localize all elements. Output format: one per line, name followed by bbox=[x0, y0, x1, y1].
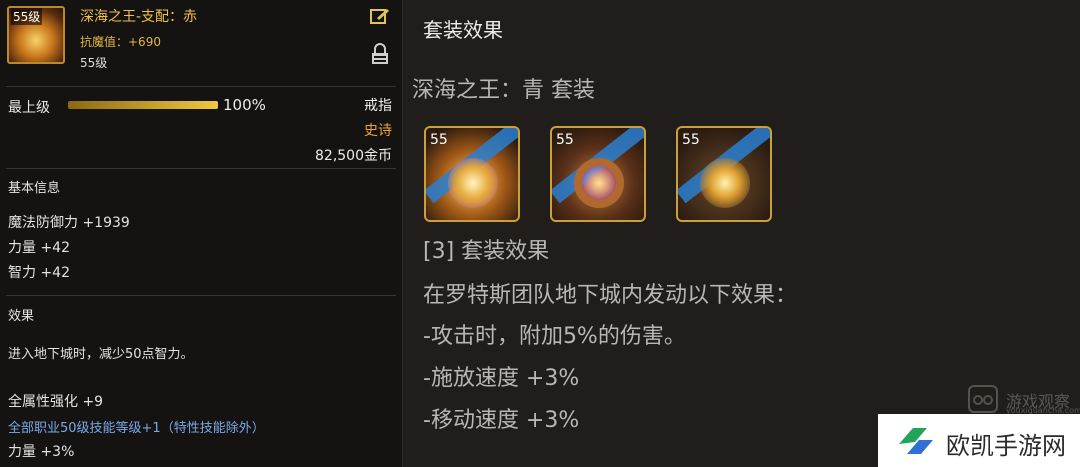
grade-label: 最上级 bbox=[8, 100, 50, 116]
item-rarity: 史诗 bbox=[364, 123, 392, 139]
divider bbox=[6, 86, 396, 87]
set-effect-count-title: [3] 套装效果 bbox=[423, 239, 550, 264]
stat-intelligence: 智力 +42 bbox=[8, 265, 70, 281]
set-item-slot-3[interactable]: 55 bbox=[676, 126, 772, 222]
set-effect-line: -施放速度 +3% bbox=[423, 366, 580, 391]
brand-logo-icon bbox=[899, 428, 933, 454]
set-item-level-tag: 55 bbox=[682, 132, 700, 148]
set-effect-line: -移动速度 +3% bbox=[423, 408, 580, 433]
strength-percent: 力量 +3% bbox=[8, 444, 75, 460]
effect-title: 效果 bbox=[8, 309, 35, 324]
set-item-level-tag: 55 bbox=[556, 132, 574, 148]
set-item-level-tag: 55 bbox=[430, 132, 448, 148]
set-name: 深海之王：青 套装 bbox=[412, 78, 595, 103]
grade-bar-fill bbox=[68, 101, 218, 109]
item-icon[interactable]: 55级 bbox=[7, 6, 65, 64]
grade-percent: 100% bbox=[223, 96, 266, 114]
item-resist: 抗魔值：+690 bbox=[80, 35, 161, 49]
set-item-slot-1[interactable]: 55 bbox=[424, 126, 520, 222]
grade-bar bbox=[68, 101, 218, 109]
set-effect-header: 套装效果 bbox=[423, 18, 503, 42]
watermark-logo-icon bbox=[968, 385, 998, 413]
divider bbox=[6, 168, 396, 169]
set-effect-line: 在罗特斯团队地下城内发动以下效果： bbox=[423, 283, 798, 308]
stat-magic-defense: 魔法防御力 +1939 bbox=[8, 215, 130, 231]
all-attribute-enhance: 全属性强化 +9 bbox=[8, 394, 104, 410]
ring-icon bbox=[574, 158, 624, 208]
divider bbox=[6, 295, 396, 296]
basic-info-title: 基本信息 bbox=[8, 181, 61, 196]
item-level-badge: 55级 bbox=[11, 8, 43, 25]
amulet-icon bbox=[700, 158, 750, 208]
lock-icon[interactable] bbox=[370, 43, 390, 65]
skill-level-bonus: 全部职业50级技能等级+1（特性技能除外） bbox=[8, 421, 265, 436]
item-name: 深海之王-支配：赤 bbox=[80, 9, 198, 25]
set-item-slot-2[interactable]: 55 bbox=[550, 126, 646, 222]
brand-text: 欧凯手游网 bbox=[946, 432, 1066, 460]
item-price: 82,500金币 bbox=[315, 148, 392, 164]
item-type: 戒指 bbox=[364, 98, 392, 114]
item-tooltip-panel: 55级 深海之王-支配：赤 抗魔值：+690 55级 最上级 100% 戒指 史… bbox=[0, 0, 403, 467]
effect-description: 进入地下城时，减少50点智力。 bbox=[8, 347, 194, 362]
item-level: 55级 bbox=[80, 56, 108, 70]
edit-icon[interactable] bbox=[370, 7, 390, 25]
sword-icon bbox=[448, 158, 498, 208]
set-effect-line: -攻击时，附加5%的伤害。 bbox=[423, 324, 686, 349]
stat-strength: 力量 +42 bbox=[8, 240, 70, 256]
